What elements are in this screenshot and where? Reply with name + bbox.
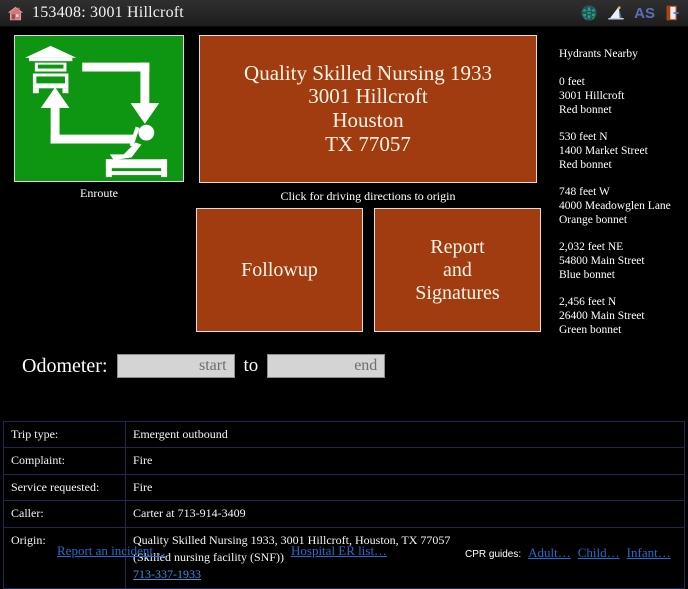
hydrant-item: 748 feet W 4000 Meadowglen Lane Orange b… [559, 185, 685, 227]
window-title-bar: 153408: 3001 Hillcroft AS [0, 0, 688, 27]
odometer-separator: to [243, 355, 259, 376]
detail-key: Service requested: [3, 473, 126, 502]
globe-icon[interactable] [580, 4, 598, 22]
hydrant-distance: 2,456 feet N [559, 296, 617, 309]
footer-links: Report an incident… Hospital ER list… CP… [0, 540, 688, 568]
cpr-infant-link[interactable]: Infant… [627, 545, 671, 561]
hydrant-address: 4000 Meadowglen Lane [559, 200, 671, 213]
origin-directions-caption: Click for driving directions to origin [280, 189, 456, 203]
hydrants-panel-title: Hydrants Nearby [559, 48, 638, 60]
cpr-guides-label: CPR guides: [465, 549, 522, 560]
detail-value: Fire [125, 473, 685, 502]
detail-value: Carter at 713-914-3409 [125, 500, 685, 528]
followup-button[interactable]: Followup [196, 208, 363, 332]
hospital-er-list-link[interactable]: Hospital ER list… [291, 543, 387, 559]
hydrant-bonnet: Red bonnet [559, 104, 612, 117]
hydrant-bonnet: Blue bonnet [559, 269, 615, 282]
detail-key: Trip type: [3, 420, 126, 449]
origin-button-text: Quality Skilled Nursing 1933 3001 Hillcr… [244, 60, 492, 156]
table-row: Trip type: Emergent outbound [3, 420, 685, 449]
page-title: 153408: 3001 Hillcroft [32, 4, 184, 21]
satellite-icon[interactable] [607, 4, 625, 22]
hydrant-item: 0 feet 3001 Hillcroft Red bonnet [559, 75, 685, 117]
cpr-child-link[interactable]: Child… [578, 545, 620, 561]
status-tile-enroute[interactable] [14, 35, 184, 182]
hydrant-distance: 748 feet W [559, 186, 610, 199]
cpr-adult-link[interactable]: Adult… [528, 545, 571, 561]
detail-value: Fire [125, 447, 685, 475]
report-and-signatures-button[interactable]: Report and Signatures [374, 208, 541, 332]
hydrant-distance: 2,032 feet NE [559, 241, 624, 254]
detail-key: Caller: [3, 500, 126, 528]
hydrant-distance: 530 feet N [559, 131, 608, 144]
hydrant-distance: 0 feet [559, 76, 585, 89]
report-an-incident-link[interactable]: Report an incident… [57, 543, 166, 559]
titlebar-actions: AS [580, 4, 682, 22]
detail-key: Complaint: [3, 447, 126, 475]
table-row: Complaint: Fire [3, 447, 685, 475]
followup-button-label: Followup [241, 258, 318, 281]
table-row: Caller: Carter at 713-914-3409 [3, 500, 685, 528]
odometer-label: Odometer: [22, 354, 108, 377]
hydrant-bonnet: Red bonnet [559, 159, 612, 172]
house-icon [7, 6, 24, 20]
hydrants-nearby-panel: Hydrants Nearby 0 feet 3001 Hillcroft Re… [559, 47, 685, 350]
odometer-row: Odometer: to [22, 354, 386, 378]
origin-phone-link[interactable]: 713-337-1933 [133, 567, 201, 581]
origin-directions-button[interactable]: Quality Skilled Nursing 1933 3001 Hillcr… [199, 35, 537, 183]
ambulance-station-to-patient-icon [25, 45, 168, 178]
hydrant-address: 54800 Main Street [559, 255, 645, 268]
hydrant-address: 3001 Hillcroft [559, 90, 625, 103]
hydrant-item: 2,456 feet N 26400 Main Street Green bon… [559, 295, 685, 337]
odometer-start-input[interactable] [116, 354, 235, 378]
exit-door-icon[interactable] [664, 4, 682, 22]
as-button[interactable]: AS [634, 6, 655, 21]
cpr-guides-group: CPR guides: Adult… Child… Infant… [465, 545, 671, 561]
odometer-end-input[interactable] [267, 354, 386, 378]
hydrant-bonnet: Orange bonnet [559, 214, 628, 227]
hydrant-item: 530 feet N 1400 Market Street Red bonnet [559, 130, 685, 172]
detail-value: Emergent outbound [125, 420, 685, 449]
table-row: Service requested: Fire [3, 473, 685, 502]
hydrant-item: 2,032 feet NE 54800 Main Street Blue bon… [559, 240, 685, 282]
hydrant-bonnet: Green bonnet [559, 324, 622, 337]
report-button-label: Report and Signatures [415, 235, 500, 304]
hydrant-address: 26400 Main Street [559, 310, 645, 323]
page-content: Enroute Quality Skilled Nursing 1933 300… [0, 27, 688, 589]
hydrant-address: 1400 Market Street [559, 145, 648, 158]
status-tile-label: Enroute [80, 186, 118, 200]
